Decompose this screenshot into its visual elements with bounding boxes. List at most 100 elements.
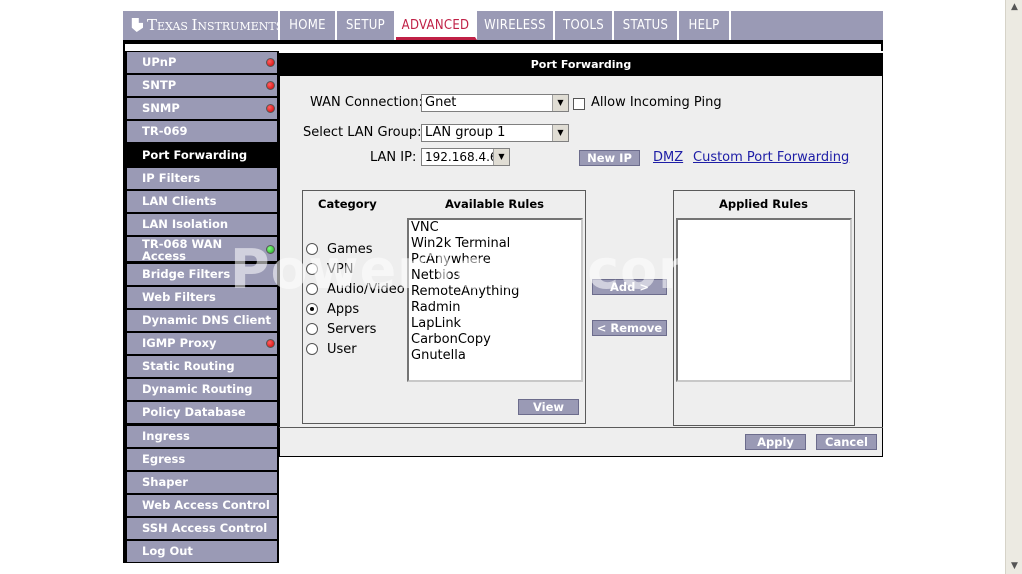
status-red-icon <box>266 104 275 113</box>
radio-selected-icon[interactable] <box>306 303 318 315</box>
list-item[interactable]: Radmin <box>409 300 581 316</box>
wan-connection-select[interactable]: Gnet ▼ <box>421 94 569 112</box>
tab-setup[interactable]: SETUP <box>337 11 396 40</box>
logo-text-1: T <box>147 16 158 34</box>
custom-port-forwarding-link[interactable]: Custom Port Forwarding <box>693 150 849 165</box>
apply-button[interactable]: Apply <box>745 434 806 450</box>
sidebar-item-dynamic-routing[interactable]: Dynamic Routing <box>127 379 277 400</box>
lan-ip-select[interactable]: 192.168.4.6 ▼ <box>421 148 510 166</box>
nav-gap <box>123 44 883 51</box>
category-label: User <box>327 342 357 357</box>
radio-icon[interactable] <box>306 343 318 355</box>
sidebar-item-dynamic-dns-client[interactable]: Dynamic DNS Client <box>127 310 277 331</box>
category-user[interactable]: User <box>306 342 357 357</box>
scroll-up-icon[interactable]: ▲ <box>1007 0 1022 15</box>
applied-rules-header: Applied Rules <box>719 197 808 211</box>
lan-group-label: Select LAN Group: <box>303 125 422 140</box>
sidebar-item-label: Static Routing <box>142 359 235 373</box>
allow-ping-checkbox[interactable] <box>573 98 585 110</box>
category-label: Apps <box>327 302 360 317</box>
sidebar: UPnP SNTP SNMP TR-069 Port Forwarding IP… <box>123 51 279 563</box>
status-red-icon <box>266 58 275 67</box>
sidebar-item-label: LAN Clients <box>142 194 217 208</box>
sidebar-item-log-out[interactable]: Log Out <box>127 541 277 562</box>
list-item[interactable]: LapLink <box>409 316 581 332</box>
lan-group-select[interactable]: LAN group 1 ▼ <box>421 124 569 142</box>
tab-help[interactable]: HELP <box>679 11 731 40</box>
sidebar-item-port-forwarding[interactable]: Port Forwarding <box>127 145 277 166</box>
logo-text-2: EXAS <box>157 20 192 33</box>
sidebar-item-label: Log Out <box>142 544 193 558</box>
vertical-scrollbar[interactable]: ▲ ▼ <box>1005 0 1022 574</box>
category-servers[interactable]: Servers <box>306 322 376 337</box>
tab-advanced[interactable]: ADVANCED <box>396 11 477 40</box>
sidebar-item-label: Bridge Filters <box>142 267 231 281</box>
list-item[interactable]: VNC <box>409 220 581 236</box>
sidebar-item-ingress[interactable]: Ingress <box>127 426 277 447</box>
sidebar-item-label: Web Access Control <box>142 498 270 512</box>
category-header: Category <box>318 197 377 211</box>
sidebar-item-label: IGMP Proxy <box>142 336 217 350</box>
watermark: PowerTech.com <box>230 238 716 301</box>
cancel-button[interactable]: Cancel <box>816 434 877 450</box>
sidebar-item-snmp[interactable]: SNMP <box>127 98 277 119</box>
sidebar-item-web-access-control[interactable]: Web Access Control <box>127 495 277 516</box>
sidebar-item-shaper[interactable]: Shaper <box>127 472 277 493</box>
tab-tools[interactable]: TOOLS <box>555 11 614 40</box>
logo-text-4: NSTRUMENTS <box>197 20 284 33</box>
page-title: Port Forwarding <box>279 53 883 76</box>
scroll-down-icon[interactable]: ▼ <box>1007 559 1022 574</box>
view-button[interactable]: View <box>518 399 579 415</box>
sidebar-item-policy-database[interactable]: Policy Database <box>127 402 277 423</box>
sidebar-item-label: LAN Isolation <box>142 217 229 231</box>
sidebar-item-label: Port Forwarding <box>142 148 248 162</box>
tab-status[interactable]: STATUS <box>614 11 679 40</box>
list-item[interactable]: Gnutella <box>409 348 581 364</box>
sidebar-item-sntp[interactable]: SNTP <box>127 75 277 96</box>
sidebar-item-egress[interactable]: Egress <box>127 449 277 470</box>
chevron-down-icon[interactable]: ▼ <box>493 149 509 165</box>
sidebar-item-label: UPnP <box>142 55 177 69</box>
sidebar-item-label: Web Filters <box>142 290 216 304</box>
sidebar-item-label: Access <box>142 249 187 261</box>
status-red-icon <box>266 81 275 90</box>
lan-ip-value: 192.168.4.6 <box>425 150 498 164</box>
remove-button[interactable]: < Remove <box>592 320 667 336</box>
sidebar-item-tr069[interactable]: TR-069 <box>127 121 277 142</box>
ti-logo-icon <box>131 18 143 32</box>
category-apps[interactable]: Apps <box>306 302 359 317</box>
sidebar-item-label: Ingress <box>142 429 190 443</box>
sidebar-item-label: Egress <box>142 452 186 466</box>
sidebar-item-label: Dynamic DNS Client <box>142 313 271 327</box>
sidebar-item-lan-clients[interactable]: LAN Clients <box>127 191 277 212</box>
wan-connection-value: Gnet <box>425 95 457 110</box>
allow-ping-label: Allow Incoming Ping <box>591 95 722 110</box>
sidebar-item-lan-isolation[interactable]: LAN Isolation <box>127 214 277 235</box>
sidebar-item-igmp-proxy[interactable]: IGMP Proxy <box>127 333 277 354</box>
available-rules-header: Available Rules <box>445 197 544 211</box>
tab-wireless[interactable]: WIRELESS <box>477 11 555 40</box>
chevron-down-icon[interactable]: ▼ <box>552 95 568 111</box>
new-ip-button[interactable]: New IP <box>579 150 640 166</box>
radio-icon[interactable] <box>306 323 318 335</box>
status-red-icon <box>266 339 275 348</box>
list-item[interactable]: CarbonCopy <box>409 332 581 348</box>
category-label: Servers <box>327 322 377 337</box>
sidebar-item-label: TR-069 <box>142 124 188 138</box>
sidebar-item-label: IP Filters <box>142 171 201 185</box>
ti-logo: TEXAS INSTRUMENTS <box>123 11 283 40</box>
dmz-link[interactable]: DMZ <box>653 150 683 165</box>
sidebar-item-static-routing[interactable]: Static Routing <box>127 356 277 377</box>
chevron-down-icon[interactable]: ▼ <box>552 125 568 141</box>
wan-connection-label: WAN Connection: <box>310 95 423 110</box>
sidebar-item-ssh-access-control[interactable]: SSH Access Control <box>127 518 277 539</box>
sidebar-item-label: SNTP <box>142 78 177 92</box>
tab-home[interactable]: HOME <box>278 11 337 40</box>
sidebar-item-label: SNMP <box>142 101 180 115</box>
sidebar-item-label: Shaper <box>142 475 188 489</box>
lan-group-value: LAN group 1 <box>425 125 506 140</box>
sidebar-item-label: Dynamic Routing <box>142 382 253 396</box>
sidebar-item-upnp[interactable]: UPnP <box>127 52 277 73</box>
sidebar-item-ip-filters[interactable]: IP Filters <box>127 168 277 189</box>
lan-ip-label: LAN IP: <box>370 150 417 165</box>
